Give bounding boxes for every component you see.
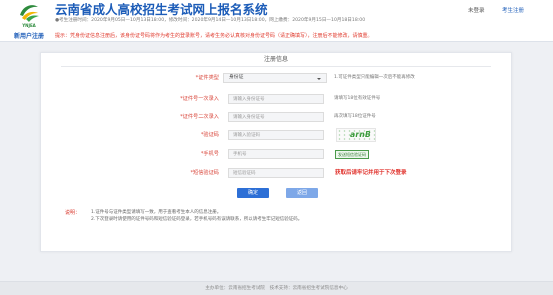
site-footer: 主办单位：云南省招生考试院 技术支持：云南省招生考试院信息中心	[0, 281, 553, 295]
note-item: 2.下次登录时请使用的证件号码和短信验证码登录，若手机号码有误请联系，所以请考生…	[91, 217, 303, 222]
section-title: 新用户注册	[14, 32, 45, 40]
back-button[interactable]: 返回	[286, 188, 318, 198]
login-status-link[interactable]: 未登录	[468, 8, 485, 15]
captcha-row: *验证码 arnB	[41, 128, 511, 142]
id-number-first-label: *证件号一次录入	[180, 96, 219, 102]
id-type-hint: 1.可证件类型只能编辑一次后不能再修改	[334, 75, 415, 80]
sms-code-row: *短信验证码 获取后请牢记并用于下次登录	[41, 168, 511, 178]
id-type-row: *证件类型 身份证 1.可证件类型只能编辑一次后不能再修改	[41, 73, 511, 83]
phone-label: *手机号	[200, 151, 219, 157]
id-type-value: 身份证	[229, 75, 244, 80]
form-title: 注册信息	[61, 56, 491, 67]
registration-panel: 注册信息 *证件类型 身份证 1.可证件类型只能编辑一次后不能再修改 *证件号一…	[40, 52, 512, 252]
id-number-first-input[interactable]	[228, 94, 324, 104]
id-number-first-hint: 请填写18位有效证件号	[334, 96, 381, 101]
captcha-label: *验证码	[200, 132, 219, 138]
site-logo[interactable]: YNJEA	[14, 1, 44, 29]
notes-title: 说明：	[65, 210, 81, 216]
captcha-image[interactable]: arnB	[336, 128, 376, 142]
phone-input[interactable]	[228, 149, 324, 159]
sms-code-hint: 获取后请牢记并用于下次登录	[335, 170, 407, 176]
phone-row: *手机号 发送短信验证码	[41, 149, 511, 159]
captcha-text: arnB	[349, 130, 371, 139]
id-type-select[interactable]: 身份证	[223, 73, 327, 83]
id-number-second-input[interactable]	[228, 112, 324, 122]
logo-text: YNJEA	[22, 23, 36, 28]
site-header: YNJEA 云南省成人高校招生考试网上报名系统 ●考生注册时间：2020年9月0…	[0, 0, 553, 30]
sms-code-input[interactable]	[228, 168, 324, 178]
id-number-second-label: *证件号二次录入	[180, 114, 219, 120]
notice-bar: 新用户注册 提示：凭身份证信息注册后，该身份证号码将作为考生的登录账号，请考生务…	[0, 30, 553, 42]
id-type-label: *证件类型	[195, 75, 219, 81]
notice-text: 提示：凭身份证信息注册后，该身份证号码将作为考生的登录账号，请考生务必认真核对身…	[55, 33, 373, 39]
captcha-input[interactable]	[228, 130, 324, 140]
confirm-button[interactable]: 确定	[237, 188, 269, 198]
caret-down-icon	[317, 77, 321, 80]
sms-code-label: *短信验证码	[190, 170, 219, 176]
schedule-info: ●考生注册时间：2020年9月05日—10月13日18:00，修改时间：2020…	[55, 18, 366, 23]
id-number-second-row: *证件号二次录入 再次填写18位证件号	[41, 112, 511, 122]
register-link[interactable]: 考生注册	[502, 8, 524, 15]
send-sms-button[interactable]: 发送短信验证码	[335, 149, 369, 159]
id-number-first-row: *证件号一次录入 请填写18位有效证件号	[41, 94, 511, 104]
ynjea-emblem-icon	[20, 5, 39, 22]
id-number-second-hint: 再次填写18位证件号	[334, 114, 376, 119]
note-item: 1.证件号与证件类型请填写一致，用于查看考生本人的信息注册。	[91, 210, 222, 215]
site-title: 云南省成人高校招生考试网上报名系统	[55, 2, 268, 17]
